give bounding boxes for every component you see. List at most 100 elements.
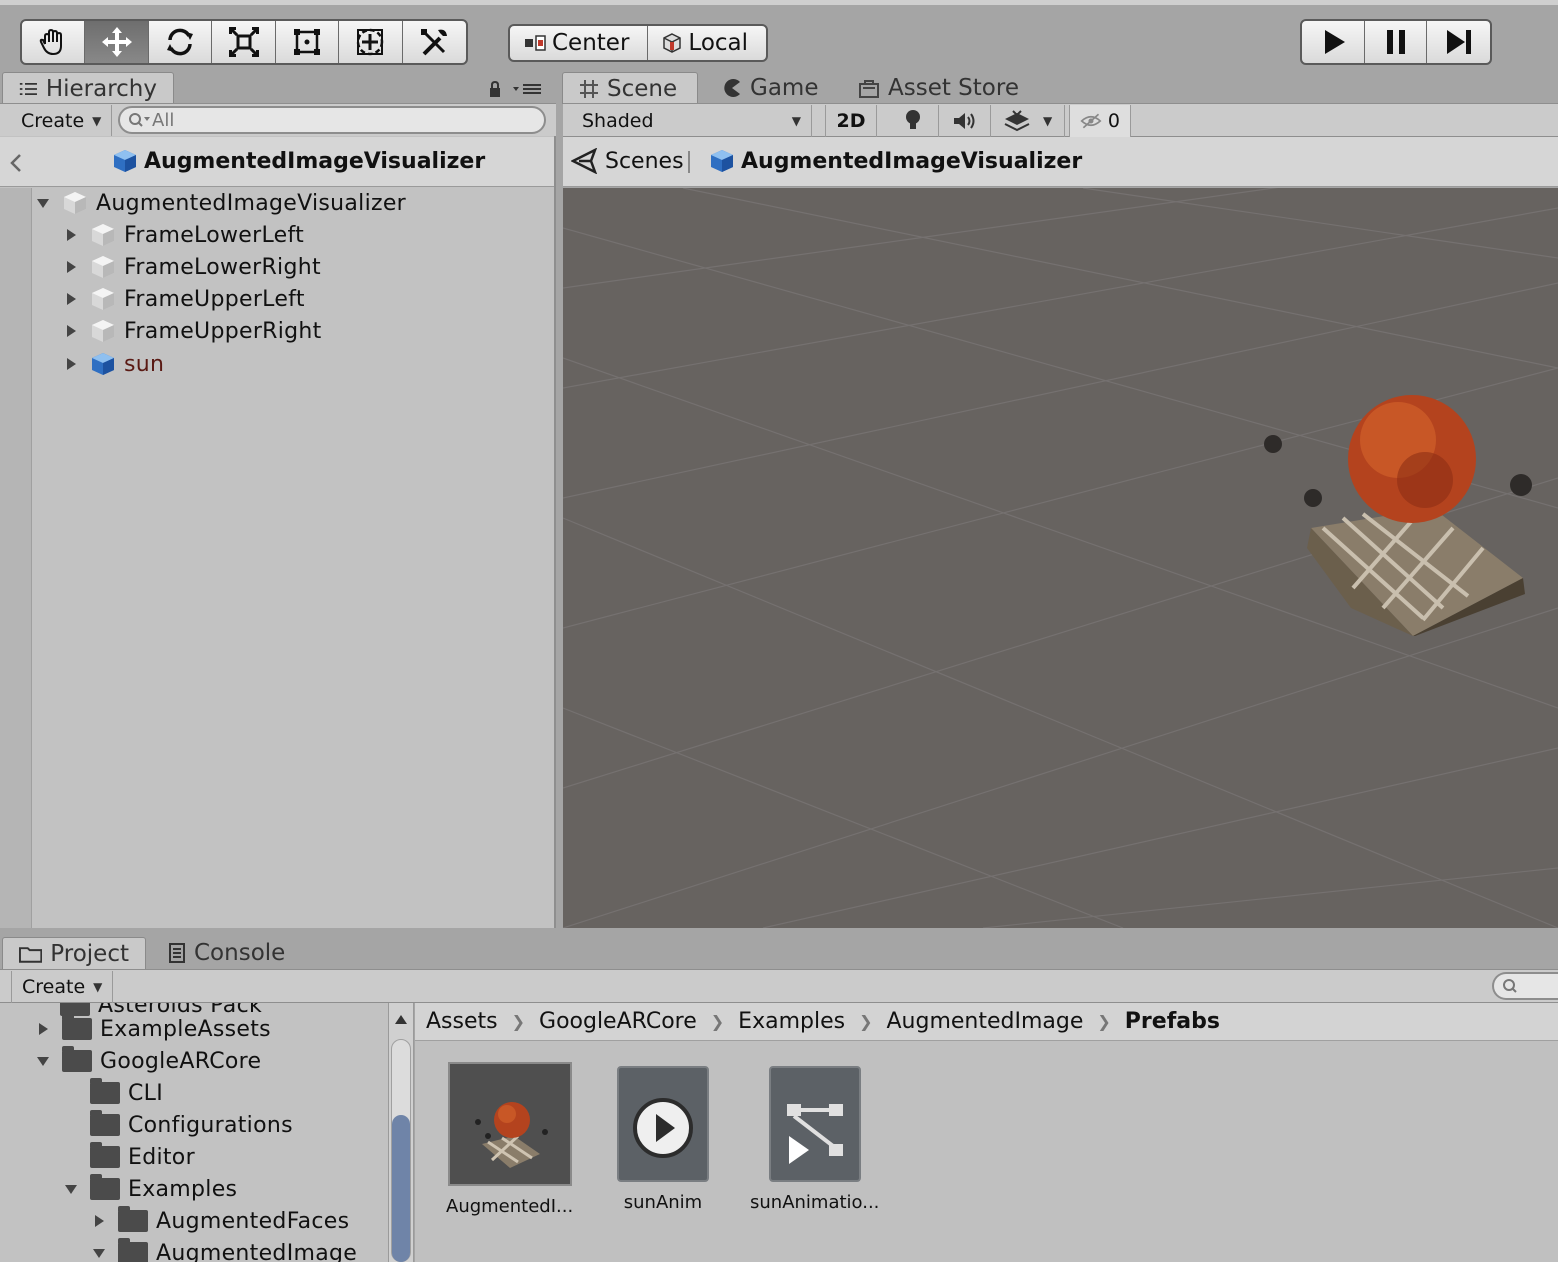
folder-tree-label: ExampleAssets — [100, 1016, 271, 1042]
scene-viewport[interactable] — [563, 188, 1558, 928]
hierarchy-item-label: FrameLowerRight — [124, 254, 321, 280]
sun-prefab-preview[interactable] — [1264, 395, 1532, 636]
expanded-arrow-icon[interactable] — [92, 1246, 106, 1260]
hierarchy-item-label: FrameUpperLeft — [124, 286, 305, 312]
expanded-arrow-icon[interactable] — [36, 196, 50, 210]
pivot-local-label: Local — [688, 30, 749, 56]
folder-tree-scrollbar[interactable] — [388, 1003, 414, 1262]
expanded-arrow-icon[interactable] — [64, 1182, 78, 1196]
tab-project[interactable]: Project — [2, 937, 146, 970]
pivot-center-button[interactable]: Center — [510, 26, 649, 60]
prefab-title-text: AugmentedImageVisualizer — [144, 148, 486, 174]
project-create-dropdown[interactable]: Create ▼ — [11, 971, 114, 1003]
expanded-arrow-icon[interactable] — [36, 1054, 50, 1068]
scroll-up-arrow-icon[interactable] — [394, 1013, 408, 1025]
hierarchy-root-row[interactable]: AugmentedImageVisualizer — [36, 187, 406, 219]
transform-tool-button[interactable] — [339, 21, 403, 63]
audio-toggle[interactable] — [939, 105, 991, 137]
pivot-local-button[interactable]: Local — [648, 26, 766, 60]
folder-icon — [90, 1078, 120, 1104]
collapsed-arrow-icon[interactable] — [64, 324, 78, 338]
hidden-objects-toggle[interactable]: 0 — [1069, 105, 1131, 137]
collapsed-arrow-icon[interactable] — [64, 292, 78, 306]
move-tool-button[interactable] — [85, 21, 149, 63]
hierarchy-item-frame-upper-right[interactable]: FrameUpperRight — [64, 315, 322, 347]
folder-tree-item[interactable]: ExampleAssets — [36, 1013, 271, 1045]
play-button[interactable] — [1302, 21, 1365, 63]
pivot-center-icon — [525, 35, 546, 51]
folder-tree-item[interactable]: Configurations — [90, 1109, 293, 1141]
breadcrumb-current[interactable]: Prefabs — [1125, 1009, 1220, 1034]
custom-tool-button[interactable] — [403, 21, 466, 63]
grid-icon — [580, 79, 598, 98]
breadcrumb-item[interactable]: Examples — [738, 1009, 845, 1034]
folder-tree-label: Editor — [128, 1144, 195, 1170]
scroll-thumb[interactable] — [392, 1115, 410, 1262]
chevron-right-icon: ❯ — [859, 1012, 873, 1031]
pause-button[interactable] — [1365, 21, 1428, 63]
collapsed-arrow-icon[interactable] — [64, 260, 78, 274]
tab-game[interactable]: Game — [706, 72, 834, 104]
collapsed-arrow-icon[interactable] — [36, 1022, 50, 1036]
collapsed-arrow-icon[interactable] — [92, 1214, 106, 1228]
breadcrumb-item[interactable]: AugmentedImage — [886, 1009, 1083, 1034]
collapsed-arrow-icon[interactable] — [64, 357, 78, 371]
asset-tile[interactable]: sunAnim — [617, 1066, 709, 1213]
tab-asset-store[interactable]: Asset Store — [842, 72, 1035, 104]
2d-mode-toggle[interactable]: 2D — [825, 105, 877, 137]
folder-tree-item[interactable]: CLI — [90, 1077, 163, 1109]
scale-icon — [228, 26, 259, 58]
hierarchy-item-frame-upper-left[interactable]: FrameUpperLeft — [64, 283, 305, 315]
speaker-icon — [953, 113, 974, 129]
prefab-mode-header: AugmentedImageVisualizer — [0, 137, 554, 187]
shading-mode-dropdown[interactable]: Shaded ▼ — [572, 105, 812, 137]
asset-label: sunAnimatio... — [750, 1192, 880, 1213]
prefab-thumbnail — [447, 1062, 572, 1186]
tab-hierarchy[interactable]: Hierarchy — [2, 72, 174, 104]
rect-tool-button[interactable] — [276, 21, 340, 63]
hierarchy-create-dropdown[interactable]: Create ▼ — [11, 105, 113, 137]
effects-dropdown[interactable]: ▼ — [993, 105, 1065, 137]
step-icon — [1446, 30, 1471, 54]
gameobject-cube-icon — [92, 256, 114, 278]
hand-tool-button[interactable] — [22, 21, 86, 63]
prefab-breadcrumb[interactable]: AugmentedImageVisualizer — [709, 148, 1082, 174]
rotate-tool-button[interactable] — [149, 21, 213, 63]
collapsed-arrow-icon[interactable] — [64, 228, 78, 242]
search-icon — [129, 113, 150, 127]
breadcrumb-item[interactable]: Assets — [426, 1009, 498, 1034]
folder-icon — [90, 1174, 120, 1200]
hierarchy-item-frame-lower-right[interactable]: FrameLowerRight — [64, 251, 321, 283]
scale-tool-button[interactable] — [212, 21, 276, 63]
light-bulb-icon — [905, 110, 920, 129]
folder-tree-item[interactable]: GoogleARCore — [36, 1045, 261, 1077]
project-search-input[interactable] — [1492, 972, 1558, 1000]
scene-breadcrumb-bar: Scenes AugmentedImageVisualizer — [563, 137, 1558, 187]
back-arrow-icon[interactable] — [8, 153, 24, 173]
rect-transform-icon — [293, 29, 320, 55]
folder-tree-item[interactable]: Editor — [90, 1141, 195, 1173]
asset-tile[interactable]: AugmentedI... — [446, 1062, 573, 1217]
folder-tree-item[interactable]: AugmentedFaces — [92, 1205, 349, 1237]
lock-icon[interactable] — [488, 80, 502, 98]
folder-tree-label: AugmentedImage — [156, 1240, 358, 1262]
hierarchy-item-frame-lower-left[interactable]: FrameLowerLeft — [64, 219, 304, 251]
hierarchy-item-sun[interactable]: sun — [64, 348, 164, 380]
folder-tree-item[interactable]: AugmentedImage — [92, 1237, 357, 1262]
hierarchy-search-input[interactable]: All — [118, 106, 546, 134]
tab-scene-label: Scene — [607, 75, 678, 102]
breadcrumb-item[interactable]: GoogleARCore — [539, 1009, 697, 1034]
tab-scene[interactable]: Scene — [562, 72, 698, 104]
folder-tree-item[interactable]: Examples — [64, 1173, 237, 1205]
gameobject-cube-icon — [92, 224, 114, 246]
panel-menu-icon[interactable] — [512, 82, 542, 96]
lighting-toggle[interactable] — [887, 105, 939, 137]
hierarchy-root-label: AugmentedImageVisualizer — [96, 190, 407, 216]
project-create-label: Create — [22, 976, 86, 998]
dropdown-caret-icon: ▼ — [93, 980, 103, 994]
asset-tile[interactable]: sunAnimatio... — [750, 1066, 879, 1213]
chevron-right-icon: ❯ — [1097, 1012, 1111, 1031]
step-button[interactable] — [1427, 21, 1490, 63]
scenes-breadcrumb-link[interactable]: Scenes — [571, 148, 684, 174]
tab-console[interactable]: Console — [152, 937, 301, 969]
